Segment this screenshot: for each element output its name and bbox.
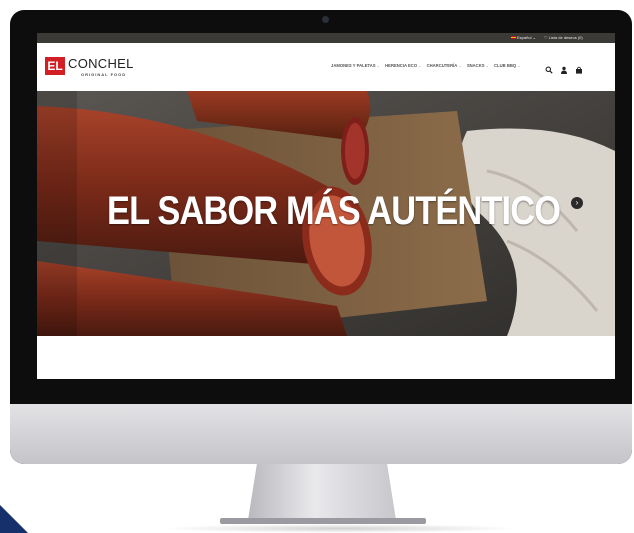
camera-icon [322,16,329,23]
chevron-down-icon: ⌄ [418,63,422,68]
header-icons [545,61,583,74]
nav-item-label: JAMONES Y PALETAS [331,63,376,68]
hero-headline: EL SABOR MÁS AUTÉNTICO [107,189,561,233]
nav-item-label: HERENCIA ECO [385,63,418,68]
wishlist-link[interactable]: ♡ Lista de deseos (0) [544,35,583,40]
logo-tagline: ORIGINAL FOOD [81,72,127,77]
nav-item-label: CHARCUTERÍA [426,63,458,68]
stand-shadow [160,524,520,533]
monitor-chin [10,404,632,464]
monitor-stand [248,464,396,520]
spain-flag-icon [511,36,516,40]
hero-banner: EL SABOR MÁS AUTÉNTICO [37,91,615,336]
language-selector[interactable]: Español ⌄ [511,35,536,40]
search-icon[interactable] [545,61,553,74]
nav-item-club-bbq[interactable]: CLUB BBQ⌄ [494,63,521,71]
language-label: Español [517,35,532,40]
chevron-down-icon: ⌄ [485,63,490,68]
chevron-right-icon[interactable]: › [571,197,583,209]
nav-item-charcuteria[interactable]: CHARCUTERÍA⌄ [427,63,462,71]
main-nav: JAMONES Y PALETAS⌄ HERENCIA ECO⌄ CHARCUT… [331,63,521,71]
site-header: EL CONCHEL ORIGINAL FOOD JAMONES Y PALET… [37,43,615,91]
content-area [37,336,615,379]
nav-item-snacks[interactable]: SNACKS⌄ [467,63,489,71]
decorative-corner [0,505,28,533]
logo-name: CONCHEL [68,56,134,71]
nav-item-label: CLUB BBQ [494,63,517,68]
top-bar: Español ⌄ ♡ Lista de deseos (0) [37,33,615,43]
website-screen: Español ⌄ ♡ Lista de deseos (0) EL CONCH… [37,33,615,379]
chevron-down-icon: ⌄ [517,63,521,68]
cart-icon[interactable] [575,61,583,74]
nav-item-herencia-eco[interactable]: HERENCIA ECO⌄ [385,63,421,71]
user-icon[interactable] [560,61,568,74]
chevron-down-icon: ⌄ [376,63,381,68]
chevron-down-icon: ⌄ [458,63,462,68]
logo-badge: EL [45,57,65,75]
nav-item-jamones[interactable]: JAMONES Y PALETAS⌄ [331,63,380,71]
nav-item-label: SNACKS [466,63,485,68]
